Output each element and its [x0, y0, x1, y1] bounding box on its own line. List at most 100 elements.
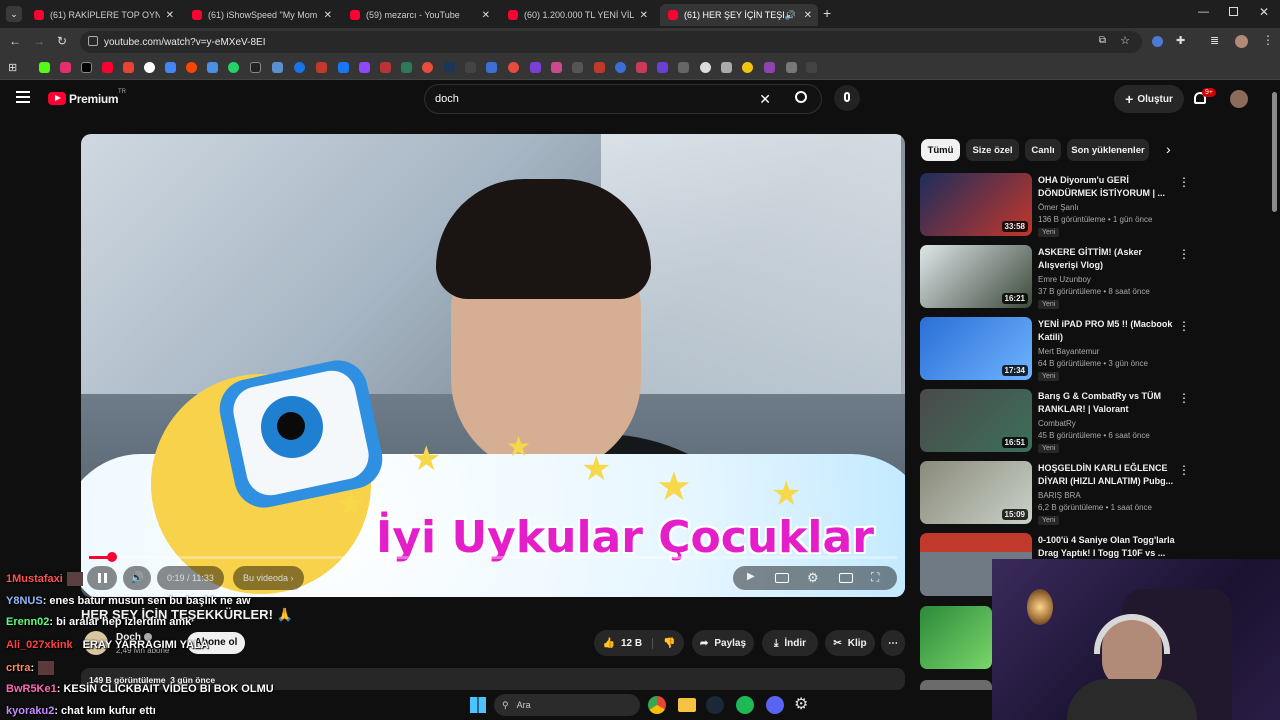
video-thumbnail[interactable]: 17:34	[920, 317, 1032, 380]
play-pause-button[interactable]	[87, 566, 117, 590]
close-icon[interactable]: ✕	[324, 10, 332, 21]
spotify-icon[interactable]	[736, 696, 754, 714]
bookmark-icon[interactable]	[721, 62, 732, 73]
video-thumbnail[interactable]: 33:58	[920, 173, 1032, 236]
bookmark-icon[interactable]	[764, 62, 775, 73]
bookmark-icon[interactable]	[207, 62, 218, 73]
more-vert-icon[interactable]: ⋮	[1178, 247, 1190, 261]
settings-gear-icon[interactable]: ⚙	[807, 570, 819, 586]
bookmark-icon[interactable]	[594, 62, 605, 73]
share-button[interactable]: ➦ Paylaş	[692, 630, 754, 656]
browser-tab[interactable]: (60) 1.200.000 TL YENİ VİLLAM✕	[500, 4, 654, 26]
bookmark-icon[interactable]	[81, 62, 92, 73]
more-actions-button[interactable]: ⋯	[881, 630, 905, 656]
subtitles-icon[interactable]	[775, 573, 789, 583]
url-field[interactable]: youtube.com/watch?v=y-eMXeV-8EI ⧉ ☆	[80, 31, 1142, 53]
clear-search-icon[interactable]: ✕	[759, 91, 771, 108]
bookmark-icon[interactable]	[742, 62, 753, 73]
bookmark-icon[interactable]	[294, 62, 305, 73]
close-icon[interactable]: ✕	[166, 10, 174, 21]
account-avatar[interactable]	[1230, 90, 1248, 108]
settings-gear-icon[interactable]: ⚙	[794, 694, 808, 714]
install-icon[interactable]: ⧉	[1099, 35, 1106, 46]
chrome-icon[interactable]	[648, 696, 666, 714]
speaker-icon[interactable]: 🔊	[785, 10, 796, 21]
close-icon[interactable]: ✕	[482, 10, 490, 21]
recommendation-card[interactable]: 33:58 OHA Diyorum'u GERİ DÖNDÜRMEK İSTİY…	[920, 173, 1270, 237]
reading-list-icon[interactable]: ≣	[1210, 34, 1219, 47]
like-button[interactable]: 👍 12 B	[602, 637, 654, 649]
bookmark-icon[interactable]	[657, 62, 668, 73]
video-thumbnail[interactable]: 15:09	[920, 461, 1032, 524]
bookmark-icon[interactable]	[250, 62, 261, 73]
clip-button[interactable]: ✂ Klip	[825, 630, 875, 656]
bookmark-icon[interactable]	[530, 62, 541, 73]
video-player[interactable]: ★ ★ ★ ★ ★ ★ İyi Uykular Çocuklar 🔊 0:19 …	[81, 134, 905, 597]
recommendation-card[interactable]: 17:34 YENİ iPAD PRO M5 !! (Macbook Katil…	[920, 317, 1270, 381]
bookmark-icon[interactable]	[615, 62, 626, 73]
video-title[interactable]: OHA Diyorum'u GERİ DÖNDÜRMEK İSTİYORUM |…	[1038, 174, 1178, 200]
recommendation-card[interactable]: 16:21 ASKERE GİTTİM! (Asker Alışverişi V…	[920, 245, 1270, 309]
bookmark-icon[interactable]	[486, 62, 497, 73]
reload-icon[interactable]: ↻	[57, 34, 67, 48]
page-scrollbar[interactable]	[1272, 92, 1277, 212]
recommendation-card[interactable]: 15:09 HOŞGELDİN KARLI EĞLENCE DİYARI (HI…	[920, 461, 1270, 525]
menu-icon[interactable]: ⋮	[1262, 33, 1274, 47]
recommendation-card[interactable]: 16:51 Barış G & CombatRy vs TÜM RANKLAR!…	[920, 389, 1270, 453]
browser-tab[interactable]: (61) iShowSpeed "My Mom Is I✕	[184, 4, 338, 26]
channel-name[interactable]: CombatRy	[1038, 419, 1076, 428]
video-thumbnail[interactable]: 16:51	[920, 389, 1032, 452]
chip-recently-uploaded[interactable]: Son yüklenenler	[1067, 139, 1149, 161]
site-info-icon[interactable]	[88, 36, 98, 46]
bookmark-icon[interactable]	[572, 62, 583, 73]
bookmark-icon[interactable]	[465, 62, 476, 73]
progress-bar[interactable]	[89, 552, 897, 562]
channel-name[interactable]: Emre Uzunboy	[1038, 275, 1091, 284]
apps-icon[interactable]: ⊞	[8, 61, 17, 74]
video-title[interactable]: Barış G & CombatRy vs TÜM RANKLAR! | Val…	[1038, 390, 1178, 416]
create-button[interactable]: + Oluştur	[1114, 85, 1184, 113]
bookmark-icon[interactable]	[380, 62, 391, 73]
chapter-button[interactable]: Bu videoda ›	[233, 566, 304, 590]
restore-icon[interactable]	[1229, 7, 1238, 16]
more-vert-icon[interactable]: ⋮	[1178, 463, 1190, 477]
new-tab-button[interactable]: +	[823, 5, 831, 21]
video-thumbnail[interactable]: 16:21	[920, 245, 1032, 308]
more-vert-icon[interactable]: ⋮	[1178, 319, 1190, 333]
scrubber-handle[interactable]	[106, 552, 117, 562]
back-icon[interactable]: ←	[9, 34, 21, 48]
discord-icon[interactable]	[766, 696, 784, 714]
bookmark-icon[interactable]	[678, 62, 689, 73]
browser-tab-active[interactable]: (61) HER ŞEY İÇİN TEŞEKKÜ🔊✕	[660, 4, 818, 26]
minimize-icon[interactable]: —	[1198, 6, 1209, 18]
bookmark-icon[interactable]	[508, 62, 519, 73]
bookmark-icon[interactable]	[636, 62, 647, 73]
bookmark-icon[interactable]	[144, 62, 155, 73]
bookmark-icon[interactable]	[228, 62, 239, 73]
bookmark-icon[interactable]	[338, 62, 349, 73]
video-title[interactable]: 0-100'ü 4 Saniye Olan Togg'larla Drag Ya…	[1038, 534, 1178, 560]
bookmark-icon[interactable]	[786, 62, 797, 73]
video-title[interactable]: ASKERE GİTTİM! (Asker Alışverişi Vlog)	[1038, 246, 1178, 272]
bookmark-icon[interactable]	[316, 62, 327, 73]
bookmark-icon[interactable]	[359, 62, 370, 73]
bookmark-icon[interactable]	[123, 62, 134, 73]
bookmark-icon[interactable]	[806, 62, 817, 73]
tab-search-icon[interactable]: ⌄	[6, 6, 22, 22]
bookmark-icon[interactable]	[102, 62, 113, 73]
bookmark-star-icon[interactable]: ☆	[1120, 34, 1130, 47]
download-button[interactable]: ⤓ İndir	[762, 630, 818, 656]
bookmark-icon[interactable]	[700, 62, 711, 73]
forward-icon[interactable]: →	[33, 34, 45, 48]
bookmark-icon[interactable]	[60, 62, 71, 73]
search-input[interactable]: doch ✕	[424, 84, 822, 114]
file-explorer-icon[interactable]	[678, 698, 696, 712]
hamburger-icon[interactable]	[16, 91, 30, 103]
dislike-button[interactable]: 👎	[653, 638, 675, 649]
channel-name[interactable]: BARIŞ BRA	[1038, 491, 1081, 500]
video-title[interactable]: HOŞGELDİN KARLI EĞLENCE DİYARI (HIZLI AN…	[1038, 462, 1178, 488]
steam-icon[interactable]	[706, 696, 724, 714]
taskbar-search-field[interactable]: ⚲ Ara	[494, 694, 640, 716]
volume-button[interactable]: 🔊	[123, 566, 151, 590]
chip-for-you[interactable]: Size özel	[966, 139, 1019, 161]
